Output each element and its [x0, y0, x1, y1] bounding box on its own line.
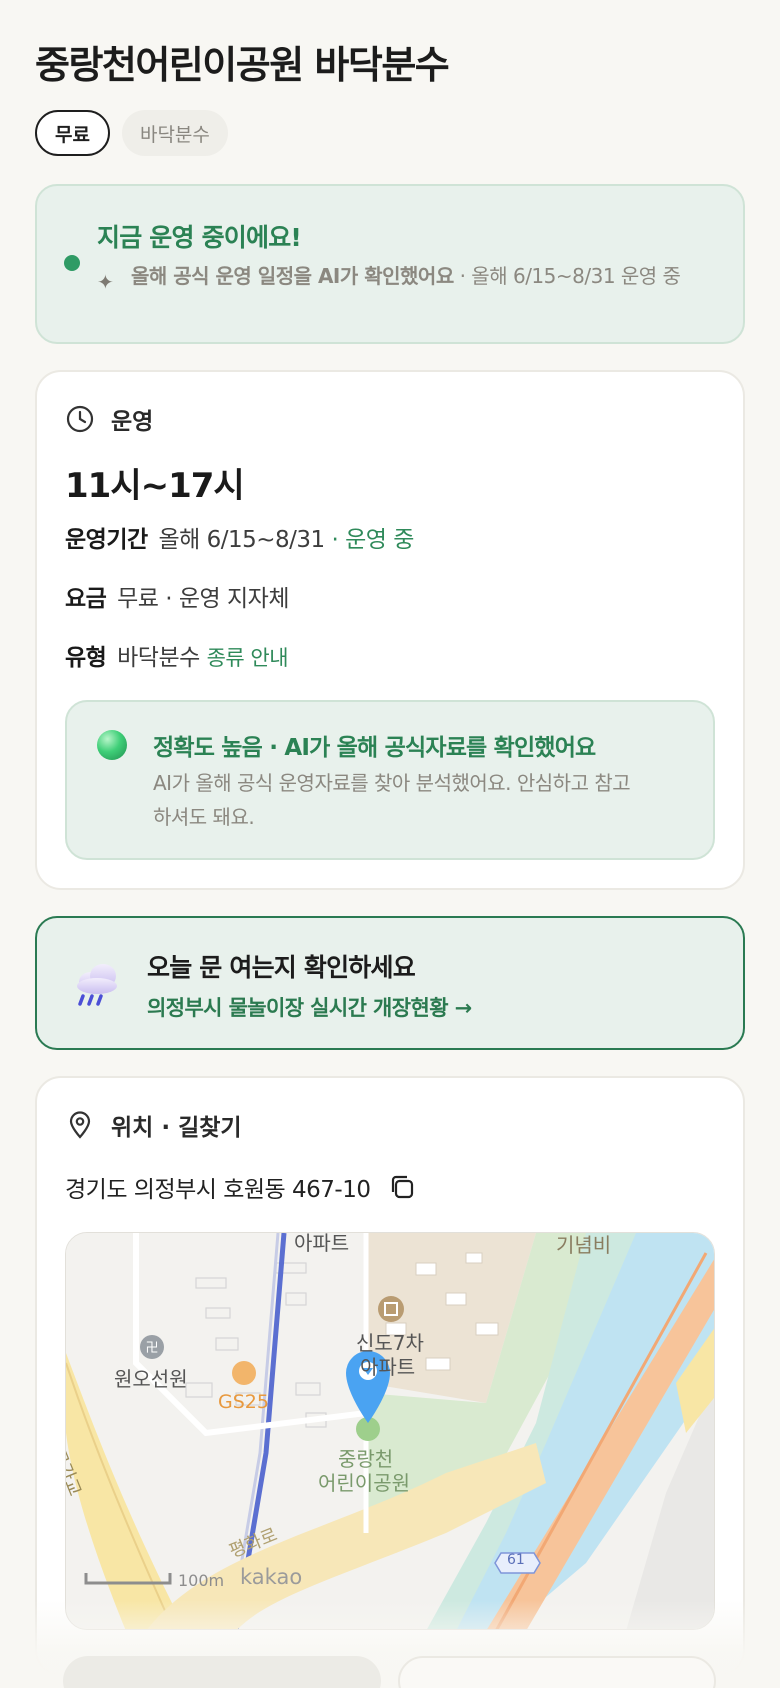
map-label-logo: kakao: [240, 1565, 303, 1589]
map-label-park2: 어린이공원: [318, 1471, 410, 1495]
tag-free[interactable]: 무료: [35, 110, 110, 156]
map-label-road-bottom: 평화로: [226, 1524, 281, 1563]
map-label-apt-top: 아파트: [294, 1232, 350, 1255]
operation-card: 운영 11시~17시 운영기간 올해 6/15~8/31 · 운영 중 요금 무…: [35, 370, 745, 890]
operation-header: 운영: [65, 402, 153, 436]
map-label-route: 61: [507, 1552, 525, 1568]
type-row: 유형 바닥분수 종류 안내: [65, 638, 289, 672]
rain-cloud-icon: [77, 964, 117, 1006]
map-label-scale: 100m: [178, 1571, 225, 1590]
tag-list: 무료 바닥분수: [35, 110, 745, 156]
fee-value: 무료 · 운영 지자체: [117, 586, 290, 612]
realtime-status-link[interactable]: 의정부시 물놀이장 실시간 개장현황 →: [147, 992, 472, 1022]
sparkle-icon: ✦: [97, 270, 114, 294]
map-label-road-left: 호원고가교: [65, 1414, 86, 1500]
fee-label: 요금: [65, 586, 107, 612]
location-pin-icon: [69, 1111, 91, 1139]
clock-icon: [66, 405, 94, 433]
accuracy-title: 정확도 높음 · AI가 올해 공식자료를 확인했어요: [153, 735, 596, 761]
open-check-title: 오늘 문 여는지 확인하세요: [147, 953, 416, 982]
location-map[interactable]: 卍 아파트 기념비 원오선원 GS25 신도7차 아파트 중랑천 어린이공원 호…: [65, 1232, 715, 1630]
copy-icon[interactable]: [387, 1172, 417, 1202]
operation-hours: 11시~17시: [65, 466, 245, 506]
status-desc-bold: 올해 공식 운영 일정을 AI가 확인했어요: [131, 264, 454, 288]
location-header: 위치 · 길찾기: [65, 1108, 242, 1142]
type-label: 유형: [65, 645, 107, 671]
status-dot-icon: [64, 255, 80, 271]
accuracy-ball-icon: [97, 730, 127, 760]
map-label-memorial: 기념비: [556, 1233, 612, 1257]
address-row: 경기도 의정부시 호원동 467-10: [65, 1170, 417, 1204]
status-title: 지금 운영 중이에요!: [97, 223, 302, 252]
type-guide-link[interactable]: 종류 안내: [207, 646, 289, 670]
location-label: 위치 · 길찾기: [111, 1115, 242, 1141]
tag-fountain[interactable]: 바닥분수: [121, 110, 228, 156]
status-banner: 지금 운영 중이에요! ✦ 올해 공식 운영 일정을 AI가 확인했어요 · 올…: [35, 184, 745, 344]
fee-row: 요금 무료 · 운영 지자체: [65, 579, 290, 613]
bottom-action-right[interactable]: [398, 1656, 716, 1688]
accuracy-box: 정확도 높음 · AI가 올해 공식자료를 확인했어요 AI가 올해 공식 운영…: [65, 700, 715, 860]
map-label-temple: 원오선원: [114, 1367, 188, 1391]
open-check-banner[interactable]: 오늘 문 여는지 확인하세요 의정부시 물놀이장 실시간 개장현황 →: [35, 916, 745, 1050]
type-value: 바닥분수: [117, 645, 200, 671]
map-label-gs25: GS25: [218, 1391, 269, 1413]
map-labels: 아파트 기념비 원오선원 GS25 신도7차 아파트 중랑천 어린이공원 호원고…: [65, 1232, 714, 1629]
period-value: 올해 6/15~8/31: [158, 527, 325, 553]
map-label-apt-name2: 아파트: [360, 1355, 416, 1379]
accuracy-desc: AI가 올해 공식 운영자료를 찾아 분석했어요. 안심하고 참고하셔도 돼요.: [153, 771, 631, 829]
operation-label: 운영: [111, 409, 154, 435]
bottom-action-left[interactable]: [63, 1656, 381, 1688]
page-title: 중랑천어린이공원 바닥분수: [35, 43, 450, 87]
period-row: 운영기간 올해 6/15~8/31 · 운영 중: [65, 520, 414, 554]
status-desc-rest: · 올해 6/15~8/31 운영 중: [453, 264, 681, 288]
period-status: · 운영 중: [331, 527, 414, 553]
location-card: 위치 · 길찾기 경기도 의정부시 호원동 467-10 卍 아파트 기념비 원…: [35, 1076, 745, 1676]
address-text: 경기도 의정부시 호원동 467-10: [65, 1177, 371, 1203]
status-desc: 올해 공식 운영 일정을 AI가 확인했어요 · 올해 6/15~8/31 운영…: [131, 262, 703, 290]
period-label: 운영기간: [65, 527, 148, 553]
